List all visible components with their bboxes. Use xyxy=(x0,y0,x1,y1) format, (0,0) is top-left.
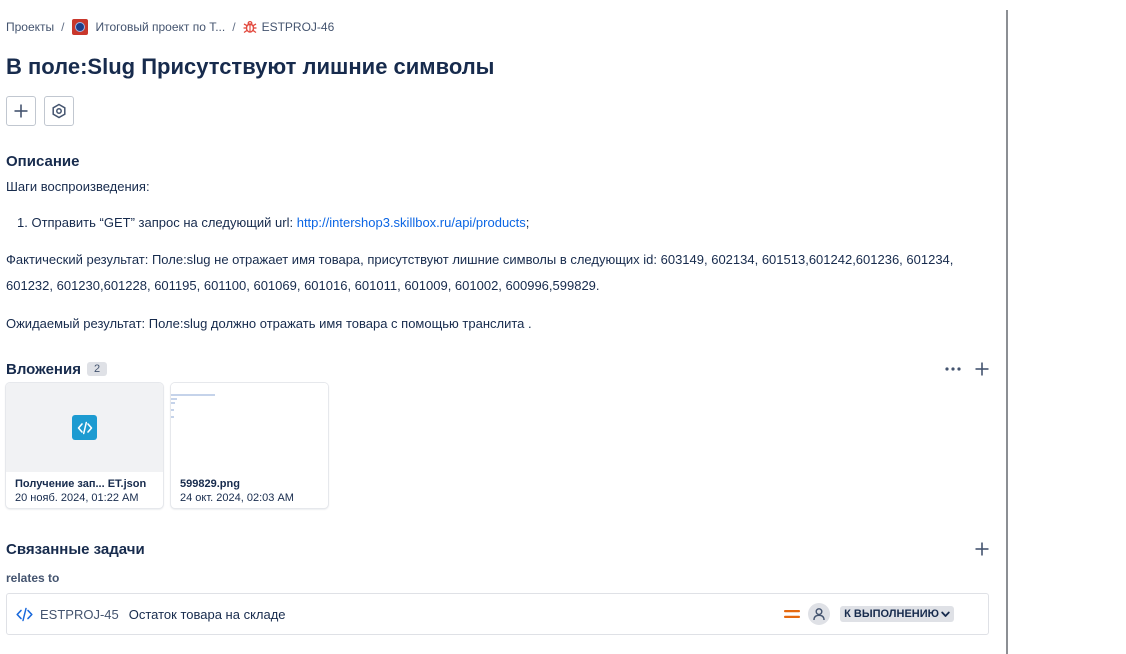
linked-issue-summary[interactable]: Остаток товара на складе xyxy=(129,607,286,622)
bug-icon xyxy=(243,20,257,34)
linked-issue-fields: К ВЫПОЛНЕНИЮ xyxy=(784,603,954,625)
code-icon xyxy=(16,607,33,622)
description-heading: Описание xyxy=(6,153,80,170)
add-linked-issue-button[interactable] xyxy=(974,541,990,557)
panel-divider[interactable] xyxy=(1006,10,1008,654)
linked-issue-row[interactable]: ESTPROJ-45 Остаток товара на складе К ВЫ… xyxy=(6,593,989,635)
linked-issue-key[interactable]: ESTPROJ-45 xyxy=(40,607,119,622)
code-icon xyxy=(72,415,97,440)
relation-type-label: relates to xyxy=(6,571,60,585)
status-dropdown[interactable]: К ВЫПОЛНЕНИЮ xyxy=(840,606,954,622)
attachment-list: Получение зап... ET.json 20 нояб. 2024, … xyxy=(6,383,328,508)
add-button[interactable] xyxy=(6,96,36,126)
breadcrumb-projects[interactable]: Проекты xyxy=(6,20,54,34)
products-api-link[interactable]: http://intershop3.skillbox.ru/api/produc… xyxy=(297,215,526,230)
attachments-tools xyxy=(944,361,990,377)
medium-priority-icon xyxy=(784,608,801,620)
apps-button[interactable] xyxy=(44,96,74,126)
hexagon-settings-icon xyxy=(52,103,66,119)
description-body[interactable]: Шаги воспроизведения: 1. Отправить “GET”… xyxy=(6,177,990,333)
attachment-date: 24 окт. 2024, 02:03 AM xyxy=(180,492,294,504)
attachment-card[interactable]: Получение зап... ET.json 20 нояб. 2024, … xyxy=(6,383,163,508)
plus-icon xyxy=(975,542,989,556)
image-thumbnail xyxy=(171,383,328,472)
attachment-meta: 599829.png 24 окт. 2024, 02:03 AM xyxy=(171,472,328,504)
plus-icon xyxy=(975,362,989,376)
steps-label: Шаги воспроизведения: xyxy=(6,179,150,194)
more-icon xyxy=(945,367,961,371)
attachment-meta: Получение зап... ET.json 20 нояб. 2024, … xyxy=(6,472,163,504)
actual-result: Фактический результат: Поле:slug не отра… xyxy=(6,252,954,293)
attachment-thumbnail xyxy=(6,383,163,472)
step-item: 1. Отправить “GET” запрос на следующий u… xyxy=(17,213,990,232)
status-label: К ВЫПОЛНЕНИЮ xyxy=(844,608,939,620)
attachment-name: Получение зап... ET.json xyxy=(15,478,147,490)
breadcrumb-issue-key[interactable]: ESTPROJ-46 xyxy=(262,20,335,34)
project-avatar-icon xyxy=(71,19,88,35)
attachments-header: Вложения 2 xyxy=(6,358,990,380)
add-attachment-button[interactable] xyxy=(974,361,990,377)
attachment-date: 20 нояб. 2024, 01:22 AM xyxy=(15,492,139,504)
linked-issues-heading: Связанные задачи xyxy=(6,540,145,558)
issue-title[interactable]: В поле:Slug Присутствуют лишние символы xyxy=(6,54,494,80)
step-suffix: ; xyxy=(525,215,530,230)
issue-actions xyxy=(6,96,74,126)
issue-page: Проекты / Итоговый проект по Т... / ESTP… xyxy=(0,0,1126,654)
step-text: 1. Отправить “GET” запрос на следующий u… xyxy=(17,215,297,230)
more-actions-button[interactable] xyxy=(944,366,962,372)
chevron-down-icon xyxy=(941,611,950,618)
breadcrumb-project[interactable]: Итоговый проект по Т... xyxy=(96,20,226,34)
linked-issues-tools xyxy=(974,541,990,557)
unassigned-avatar-icon[interactable] xyxy=(808,603,831,625)
breadcrumb-separator: / xyxy=(61,20,65,34)
linked-issues-header: Связанные задачи xyxy=(6,538,990,560)
expected-result: Ожидаемый результат: Поле:slug должно от… xyxy=(6,316,532,331)
attachments-count-badge: 2 xyxy=(86,362,108,376)
breadcrumb-separator: / xyxy=(232,20,236,34)
plus-icon xyxy=(14,104,28,118)
breadcrumb: Проекты / Итоговый проект по Т... / ESTP… xyxy=(6,17,334,37)
attachments-heading: Вложения xyxy=(6,360,81,378)
attachment-name: 599829.png xyxy=(180,478,240,490)
attachment-card[interactable]: 599829.png 24 окт. 2024, 02:03 AM xyxy=(171,383,328,508)
